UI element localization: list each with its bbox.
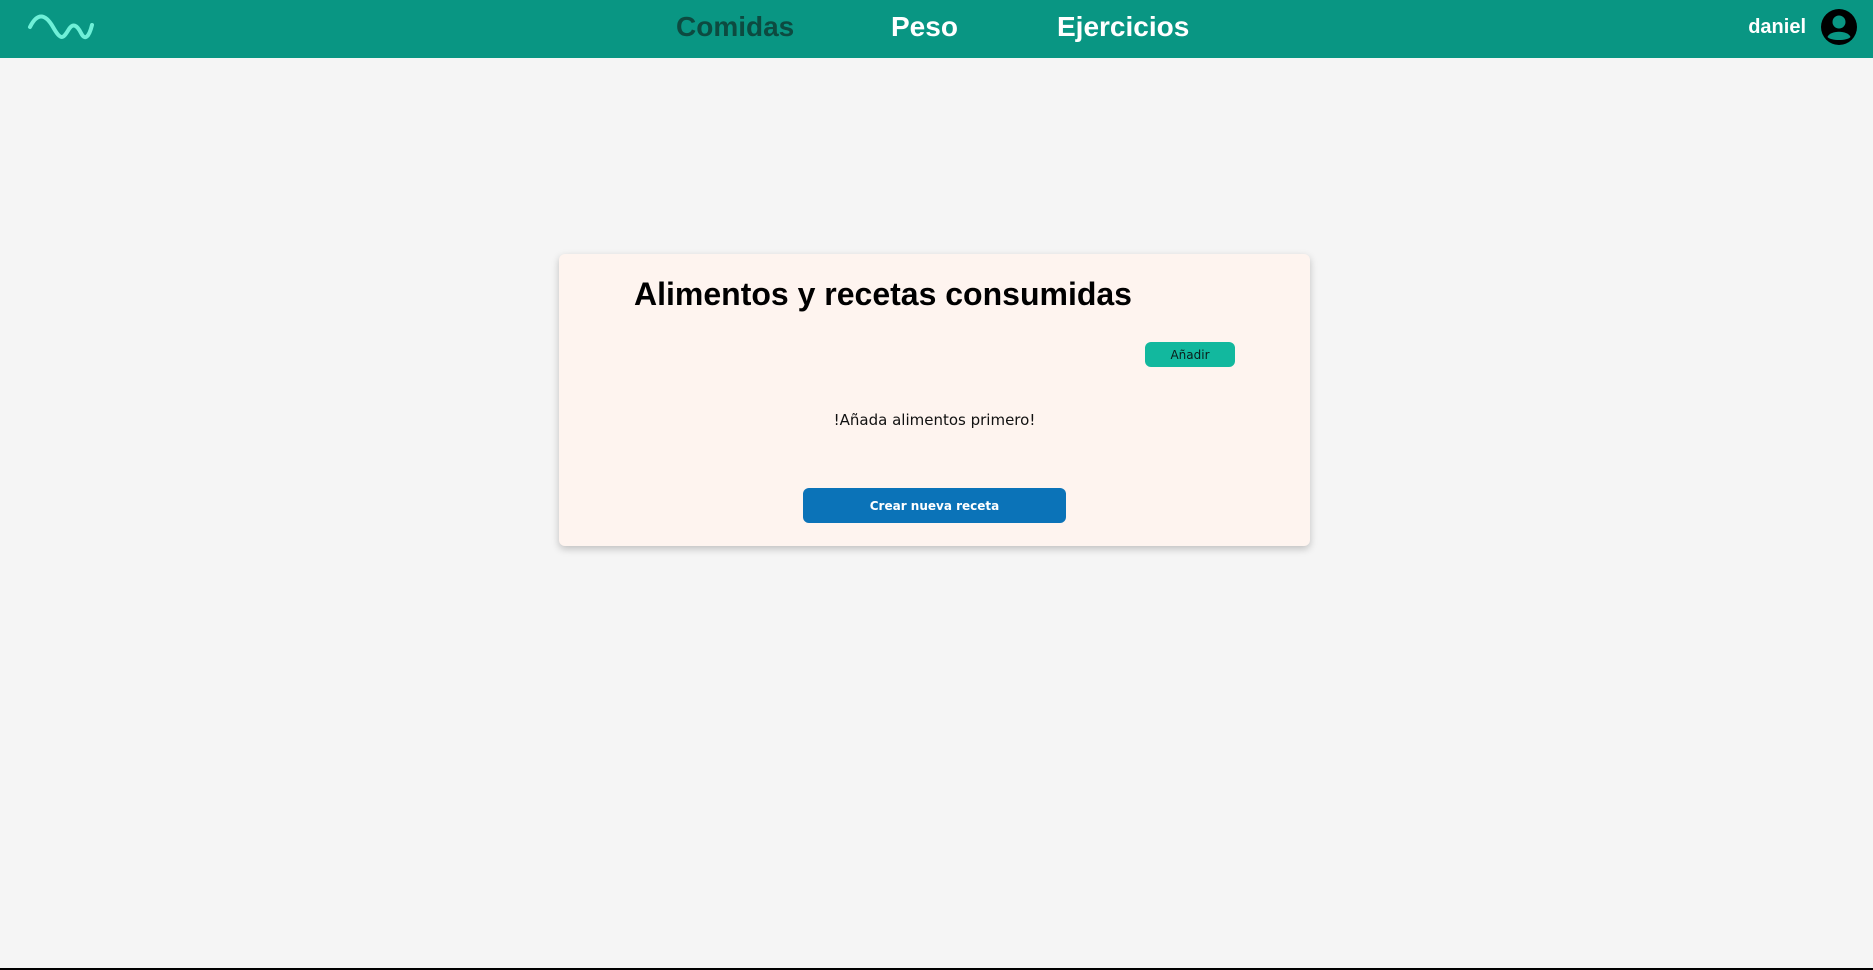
user-name[interactable]: daniel (1748, 14, 1806, 40)
user-avatar-icon[interactable] (1820, 8, 1858, 46)
wave-logo-icon[interactable] (27, 11, 95, 43)
empty-state-message: !Añada alimentos primero! (833, 411, 1036, 429)
create-recipe-button[interactable]: Crear nueva receta (803, 488, 1066, 523)
nav-link-peso[interactable]: Peso (891, 8, 958, 46)
card-title: Alimentos y recetas consumidas (634, 276, 1132, 312)
top-navbar: Comidas Peso Ejercicios daniel (0, 0, 1873, 58)
add-button[interactable]: Añadir (1145, 342, 1235, 367)
nav-link-comidas[interactable]: Comidas (676, 8, 794, 46)
consumed-foods-card: Alimentos y recetas consumidas Añadir !A… (559, 254, 1310, 546)
nav-link-ejercicios[interactable]: Ejercicios (1057, 8, 1189, 46)
